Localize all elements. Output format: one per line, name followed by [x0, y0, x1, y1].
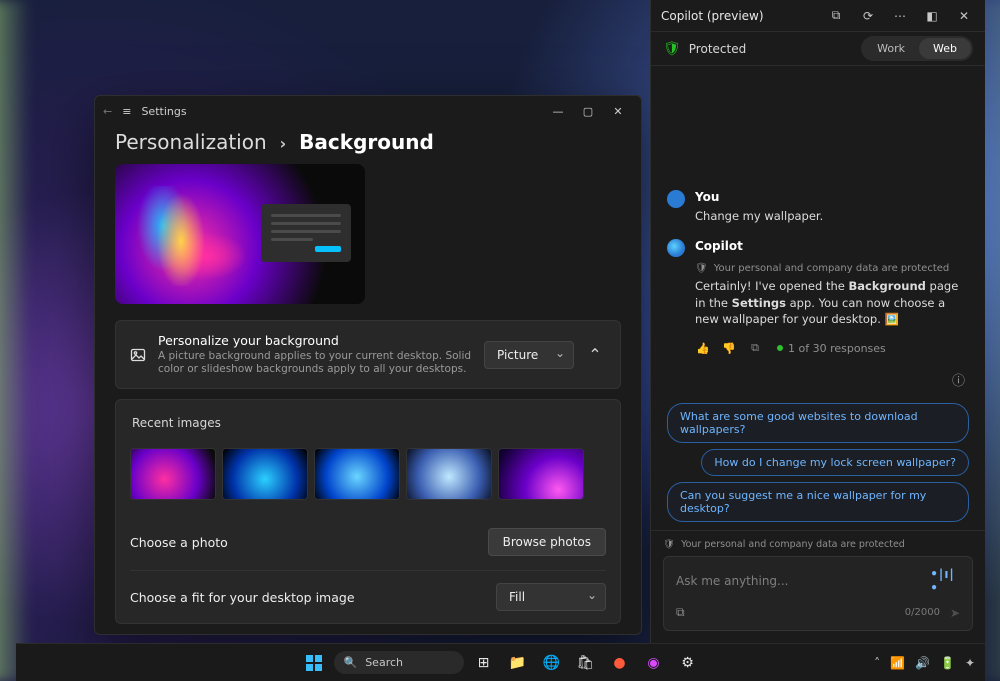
settings-titlebar: ← ≡ Settings — ▢ ✕ — [95, 96, 641, 126]
volume-icon[interactable]: 🔊 — [915, 656, 930, 670]
app-icon[interactable]: ◉ — [640, 649, 668, 677]
taskbar-search-label: Search — [365, 656, 403, 669]
refresh-icon[interactable]: ⟳ — [857, 5, 879, 27]
copilot-header: Copilot (preview) ⧉ ⟳ ⋯ ◧ ✕ — [651, 0, 985, 32]
recent-images-label: Recent images — [132, 416, 606, 430]
scope-web[interactable]: Web — [919, 38, 971, 59]
breadcrumb-leaf: Background — [299, 130, 434, 154]
recent-images-panel: Recent images Choose a photo Browse phot… — [115, 399, 621, 624]
explorer-icon[interactable]: 📁 — [504, 649, 532, 677]
thumbs-down-icon[interactable]: 👎 — [721, 340, 737, 356]
copilot-input[interactable] — [676, 574, 930, 588]
suggestion-chip[interactable]: Can you suggest me a nice wallpaper for … — [667, 482, 969, 522]
more-icon[interactable]: ⋯ — [889, 5, 911, 27]
lock-icon: 🛡 — [695, 263, 708, 274]
choose-photo-label: Choose a photo — [130, 535, 228, 550]
fit-dropdown[interactable]: Fill — [496, 583, 606, 611]
shield-icon: 🛡 — [663, 41, 681, 57]
user-avatar — [667, 190, 685, 208]
settings-window: ← ≡ Settings — ▢ ✕ Personalization › Bac… — [94, 95, 642, 635]
copilot-protect-note: Your personal and company data are prote… — [714, 263, 950, 274]
image-input-icon[interactable]: ⧉ — [676, 605, 685, 620]
recent-image-thumb[interactable] — [130, 448, 216, 500]
help-icon[interactable]: ⓘ — [952, 370, 965, 389]
store-icon[interactable]: 🛍 — [572, 649, 600, 677]
copilot-input-box: •|ı|• ⧉ 0/2000 ➤ — [663, 556, 973, 631]
suggestion-chip[interactable]: What are some good websites to download … — [667, 403, 969, 443]
recent-image-thumb[interactable] — [406, 448, 492, 500]
wifi-icon[interactable]: 📶 — [890, 656, 905, 670]
maximize-button[interactable]: ▢ — [573, 96, 603, 126]
voice-icon[interactable]: •|ı|• — [930, 567, 960, 595]
browse-photos-button[interactable]: Browse photos — [488, 528, 606, 556]
breadcrumb: Personalization › Background — [95, 126, 641, 164]
copilot-footer: 🛡 Your personal and company data are pro… — [651, 530, 985, 643]
footer-protect-note: Your personal and company data are prote… — [681, 539, 905, 550]
user-name: You — [695, 190, 823, 204]
breadcrumb-root[interactable]: Personalization — [115, 130, 267, 154]
suggestion-chip[interactable]: How do I change my lock screen wallpaper… — [701, 449, 969, 476]
recent-image-thumb[interactable] — [498, 448, 584, 500]
personalize-title: Personalize your background — [158, 333, 472, 348]
copilot-subheader: 🛡 Protected Work Web — [651, 32, 985, 66]
picture-icon — [130, 347, 146, 363]
back-icon[interactable]: ← — [103, 105, 112, 118]
suggestion-list: What are some good websites to download … — [667, 403, 969, 522]
settings-taskbar-icon[interactable]: ⚙ — [674, 649, 702, 677]
recent-image-thumb[interactable] — [222, 448, 308, 500]
personalize-background-panel: Personalize your background A picture ba… — [115, 320, 621, 389]
response-counter: 1 of 30 responses — [777, 342, 886, 355]
task-view-icon[interactable]: ⊞ — [470, 649, 498, 677]
thumbs-up-icon[interactable]: 👍 — [695, 340, 711, 356]
copilot-panel: Copilot (preview) ⧉ ⟳ ⋯ ◧ ✕ 🛡 Protected … — [650, 0, 985, 643]
app-icon[interactable]: ● — [606, 649, 634, 677]
expand-section-button[interactable]: ⌃ — [584, 344, 606, 366]
send-icon[interactable]: ➤ — [950, 606, 960, 620]
copy-icon[interactable]: ⧉ — [747, 340, 763, 356]
copilot-message: Copilot 🛡 Your personal and company data… — [667, 239, 969, 356]
copilot-tray-icon[interactable]: ✦ — [965, 656, 975, 670]
tray-overflow-icon[interactable]: ˄ — [874, 656, 880, 670]
preview-mock-window — [261, 204, 351, 262]
background-preview — [115, 164, 365, 304]
taskbar: 🔍 Search ⊞ 📁 🌐 🛍 ● ◉ ⚙ ˄ 📶 🔊 🔋 ✦ — [16, 643, 985, 681]
close-button[interactable]: ✕ — [603, 96, 633, 126]
personalize-subtitle: A picture background applies to your cur… — [158, 350, 472, 376]
start-button[interactable] — [300, 649, 328, 677]
scope-work[interactable]: Work — [863, 38, 919, 59]
battery-icon[interactable]: 🔋 — [940, 656, 955, 670]
user-text: Change my wallpaper. — [695, 208, 823, 225]
edge-icon[interactable]: 🌐 — [538, 649, 566, 677]
protected-label: Protected — [689, 42, 746, 56]
copilot-name: Copilot — [695, 239, 969, 253]
background-type-dropdown[interactable]: Picture — [484, 341, 574, 369]
settings-app-name: Settings — [141, 105, 186, 118]
copilot-avatar — [667, 239, 685, 257]
hamburger-icon[interactable]: ≡ — [122, 105, 131, 118]
chevron-right-icon: › — [280, 134, 287, 153]
scope-toggle: Work Web — [861, 36, 973, 61]
copilot-text: Certainly! I've opened the Background pa… — [695, 278, 969, 328]
copilot-title: Copilot (preview) — [661, 9, 764, 23]
recent-image-thumb[interactable] — [314, 448, 400, 500]
system-tray[interactable]: ˄ 📶 🔊 🔋 ✦ — [874, 656, 975, 670]
dock-icon[interactable]: ◧ — [921, 5, 943, 27]
char-count: 0/2000 — [905, 607, 940, 618]
open-external-icon[interactable]: ⧉ — [825, 5, 847, 27]
minimize-button[interactable]: — — [543, 96, 573, 126]
feedback-bar: 👍 👎 ⧉ 1 of 30 responses — [695, 340, 969, 356]
close-icon[interactable]: ✕ — [953, 5, 975, 27]
taskbar-search[interactable]: 🔍 Search — [334, 651, 464, 674]
search-icon: 🔍 — [344, 656, 358, 669]
lock-icon: 🛡 — [663, 539, 675, 550]
choose-fit-label: Choose a fit for your desktop image — [130, 590, 355, 605]
user-message: You Change my wallpaper. — [667, 190, 969, 225]
